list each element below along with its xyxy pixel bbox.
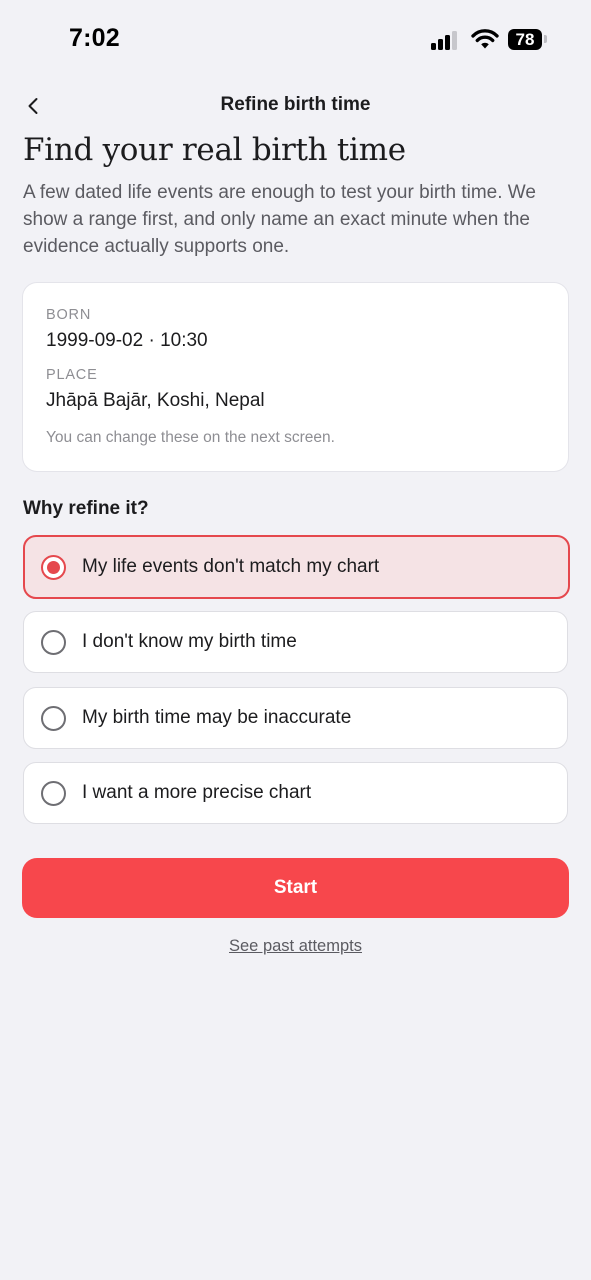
reason-option-precise-chart[interactable]: I want a more precise chart: [23, 762, 568, 824]
start-button[interactable]: Start: [22, 858, 569, 918]
reason-option-inaccurate[interactable]: My birth time may be inaccurate: [23, 687, 568, 749]
section-title: Why refine it?: [23, 498, 149, 519]
birth-info-card: BORN 1999-09-02 · 10:30 PLACE Jhāpā Bajā…: [23, 283, 568, 471]
card-note: You can change these on the next screen.: [46, 429, 335, 446]
place-value: Jhāpā Bajār, Koshi, Nepal: [46, 390, 265, 411]
option-label: I don't know my birth time: [82, 631, 297, 652]
battery-indicator: 78: [508, 29, 542, 50]
radio-selected-icon[interactable]: [41, 555, 66, 580]
past-attempts-link[interactable]: See past attempts: [0, 937, 591, 956]
page-title: Find your real birth time: [23, 132, 406, 168]
battery-cap: [544, 35, 547, 43]
born-label: BORN: [46, 307, 92, 323]
cellular-signal-icon: [431, 30, 463, 50]
radio-unselected-icon[interactable]: [41, 706, 66, 731]
radio-dot: [47, 561, 60, 574]
reason-option-events-mismatch[interactable]: My life events don't match my chart: [23, 535, 570, 599]
option-label: I want a more precise chart: [82, 782, 312, 803]
wifi-icon: [471, 29, 499, 49]
option-label: My birth time may be inaccurate: [82, 707, 352, 728]
intro-text: A few dated life events are enough to te…: [23, 182, 536, 257]
reason-option-unknown-time[interactable]: I don't know my birth time: [23, 611, 568, 673]
nav-title: Refine birth time: [220, 94, 371, 115]
radio-unselected-icon[interactable]: [41, 630, 66, 655]
chevron-left-icon[interactable]: [24, 94, 44, 118]
radio-unselected-icon[interactable]: [41, 781, 66, 806]
option-label: My life events don't match my chart: [82, 556, 380, 577]
status-time: 7:02: [69, 24, 120, 52]
born-value: 1999-09-02 · 10:30: [46, 330, 208, 351]
status-bar: 7:02 78: [0, 0, 591, 80]
place-label: PLACE: [46, 367, 98, 383]
